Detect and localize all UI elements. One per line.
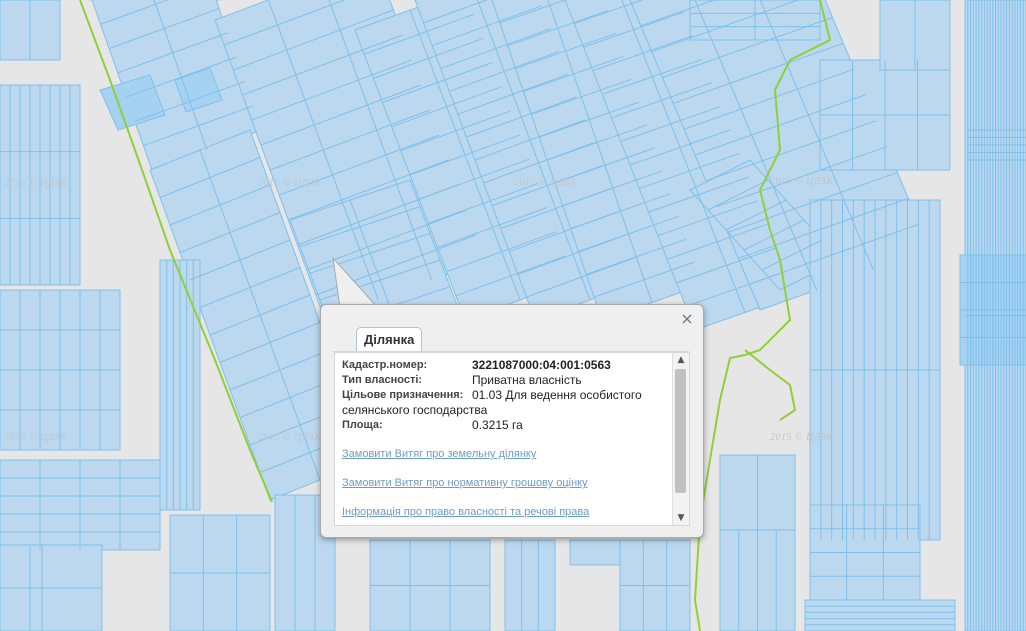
popup-links: Замовити Витяг про земельну ділянку Замо… (342, 447, 672, 520)
scroll-up-icon[interactable]: ▲ (673, 353, 689, 367)
area-row: Площа: 0.3215 га (342, 418, 672, 433)
area-label: Площа: (342, 419, 383, 431)
popup-content: Кадастр.номер: 3221087000:04:001:0563 Ти… (334, 352, 690, 526)
order-valuation-extract-link[interactable]: Замовити Витяг про нормативну грошову оц… (342, 476, 672, 491)
purpose-row: Цільове призначення: 01.03 Для ведення о… (342, 388, 672, 418)
ownership-type-label: Тип власності: (342, 374, 423, 386)
scroll-thumb[interactable] (675, 369, 686, 493)
ownership-type-row: Тип власності: Приватна власність (342, 373, 672, 388)
parcel-info-popup: × Ділянка Кадастр.номер: 3221087000:04:0… (320, 304, 704, 538)
order-land-extract-link[interactable]: Замовити Витяг про земельну ділянку (342, 447, 672, 462)
cadastral-number-label: Кадастр.номер: (342, 359, 428, 371)
popup-scrollbar[interactable]: ▲ ▼ (672, 353, 689, 525)
parcel-block[interactable] (504, 539, 556, 631)
close-icon[interactable]: × (680, 311, 694, 327)
area-value: 0.3215 га (472, 418, 523, 432)
parcel-block[interactable] (804, 599, 956, 631)
ownership-rights-info-link[interactable]: Інформація про право власності та речові… (342, 505, 672, 520)
ownership-type-value: Приватна власність (472, 373, 582, 387)
cadastral-number-value: 3221087000:04:001:0563 (472, 358, 611, 372)
tab-parcel[interactable]: Ділянка (356, 327, 423, 352)
cadastral-number-row: Кадастр.номер: 3221087000:04:001:0563 (342, 358, 672, 373)
parcel-attributes: Кадастр.номер: 3221087000:04:001:0563 Ти… (342, 358, 672, 433)
parcel-block[interactable] (569, 539, 621, 566)
purpose-value: 01.03 Для ведення особистого селянського… (342, 388, 642, 417)
scroll-down-icon[interactable]: ▼ (673, 511, 689, 525)
